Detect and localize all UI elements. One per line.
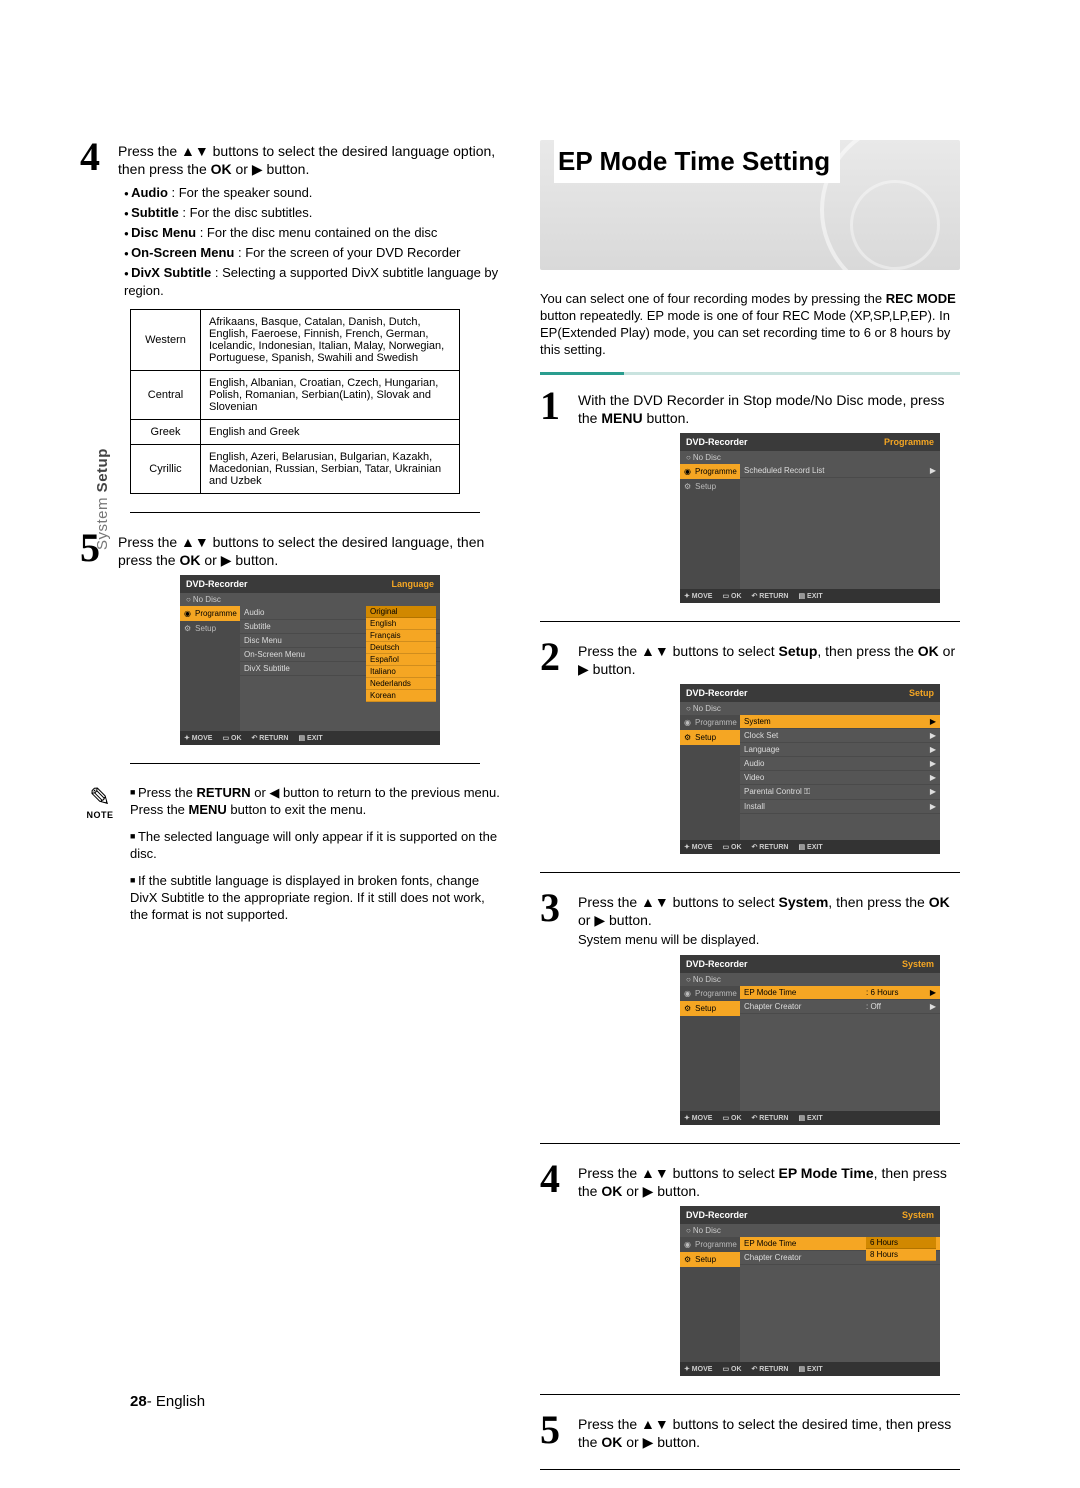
step-2: 2Press the ▲▼ buttons to select Setup, t… <box>540 640 960 678</box>
step-text: Press the ▲▼ buttons to select Setup, th… <box>578 640 960 678</box>
footer-language: English <box>156 1393 205 1410</box>
left-column: 4 Press the ▲▼ buttons to select the des… <box>80 140 500 1488</box>
bullet-item: Disc Menu : For the disc menu contained … <box>124 224 500 242</box>
table-row: CyrillicEnglish, Azeri, Belarusian, Bulg… <box>131 445 460 494</box>
step-5: 5Press the ▲▼ buttons to select the desi… <box>540 1413 960 1451</box>
langs-cell: English, Azeri, Belarusian, Bulgarian, K… <box>201 445 460 494</box>
note-item: The selected language will only appear i… <box>130 828 500 862</box>
step-number: 5 <box>540 1413 572 1451</box>
langs-cell: Afrikaans, Basque, Catalan, Danish, Dutc… <box>201 310 460 371</box>
langs-cell: English and Greek <box>201 420 460 445</box>
step-1: 1With the DVD Recorder in Stop mode/No D… <box>540 389 960 427</box>
divider <box>540 1143 960 1144</box>
table-row: WesternAfrikaans, Basque, Catalan, Danis… <box>131 310 460 371</box>
step-text: Press the ▲▼ buttons to select System, t… <box>578 891 960 949</box>
osd-screenshot-3: DVD-RecorderSystemNo DiscProgrammeSetupE… <box>680 955 940 1125</box>
page-footer: 28- English <box>130 1393 205 1410</box>
osd-language-screenshot: DVD-RecorderLanguageNo DiscProgrammeSetu… <box>180 575 440 745</box>
step-number: 2 <box>540 640 572 678</box>
step-number: 4 <box>540 1162 572 1200</box>
region-cell: Western <box>131 310 201 371</box>
step-text: Press the ▲▼ buttons to select the desir… <box>118 140 500 178</box>
disc-graphic <box>850 180 940 270</box>
step-number: 4 <box>80 140 112 178</box>
note-item: Press the RETURN or ◀ button to return t… <box>130 784 500 818</box>
divider <box>540 621 960 622</box>
divider <box>130 512 480 513</box>
ep-intro-text: You can select one of four recording mod… <box>540 290 960 358</box>
note-block: ✎ NOTE Press the RETURN or ◀ button to r… <box>80 784 500 933</box>
section-title: EP Mode Time Setting <box>554 140 840 183</box>
note-icon: ✎ NOTE <box>80 784 120 933</box>
side-tab-label: System Setup <box>94 448 111 550</box>
step-text: With the DVD Recorder in Stop mode/No Di… <box>578 389 960 427</box>
language-region-table: WesternAfrikaans, Basque, Catalan, Danis… <box>130 309 460 494</box>
manual-page: System Setup 4 Press the ▲▼ buttons to s… <box>0 0 1080 1470</box>
ep-mode-banner: EP Mode Time Setting <box>540 140 960 270</box>
right-column: EP Mode Time Setting You can select one … <box>540 140 960 1488</box>
step-5: 5 Press the ▲▼ buttons to select the des… <box>80 531 500 569</box>
osd-screenshot-1: DVD-RecorderProgrammeNo DiscProgrammeSet… <box>680 433 940 603</box>
divider <box>130 763 480 764</box>
table-row: GreekEnglish and Greek <box>131 420 460 445</box>
option-bullets: Audio : For the speaker sound. Subtitle :… <box>124 184 500 299</box>
step-number: 3 <box>540 891 572 949</box>
step-3: 3Press the ▲▼ buttons to select System, … <box>540 891 960 949</box>
divider <box>540 1394 960 1395</box>
osd-screenshot-4: DVD-RecorderSystemNo DiscProgrammeSetupE… <box>680 1206 940 1376</box>
region-cell: Central <box>131 371 201 420</box>
note-item: If the subtitle language is displayed in… <box>130 872 500 923</box>
table-row: CentralEnglish, Albanian, Croatian, Czec… <box>131 371 460 420</box>
divider <box>540 872 960 873</box>
bullet-item: Subtitle : For the disc subtitles. <box>124 204 500 222</box>
step-4: 4Press the ▲▼ buttons to select EP Mode … <box>540 1162 960 1200</box>
region-cell: Cyrillic <box>131 445 201 494</box>
step-text: Press the ▲▼ buttons to select the desir… <box>578 1413 960 1451</box>
note-label: NOTE <box>80 810 120 820</box>
bullet-item: Audio : For the speaker sound. <box>124 184 500 202</box>
osd-screenshot-2: DVD-RecorderSetupNo DiscProgrammeSetupSy… <box>680 684 940 854</box>
region-cell: Greek <box>131 420 201 445</box>
step-text: Press the ▲▼ buttons to select the desir… <box>118 531 500 569</box>
langs-cell: English, Albanian, Croatian, Czech, Hung… <box>201 371 460 420</box>
bullet-item: DivX Subtitle : Selecting a supported Di… <box>124 264 500 299</box>
green-separator <box>540 372 960 375</box>
pencil-icon: ✎ <box>80 784 120 810</box>
note-list: Press the RETURN or ◀ button to return t… <box>130 784 500 933</box>
tab-light: System <box>94 492 111 550</box>
step-number: 1 <box>540 389 572 427</box>
page-number: 28 <box>130 1393 147 1410</box>
step-text: Press the ▲▼ buttons to select EP Mode T… <box>578 1162 960 1200</box>
tab-bold: Setup <box>94 448 111 492</box>
step-4: 4 Press the ▲▼ buttons to select the des… <box>80 140 500 178</box>
bullet-item: On-Screen Menu : For the screen of your … <box>124 244 500 262</box>
